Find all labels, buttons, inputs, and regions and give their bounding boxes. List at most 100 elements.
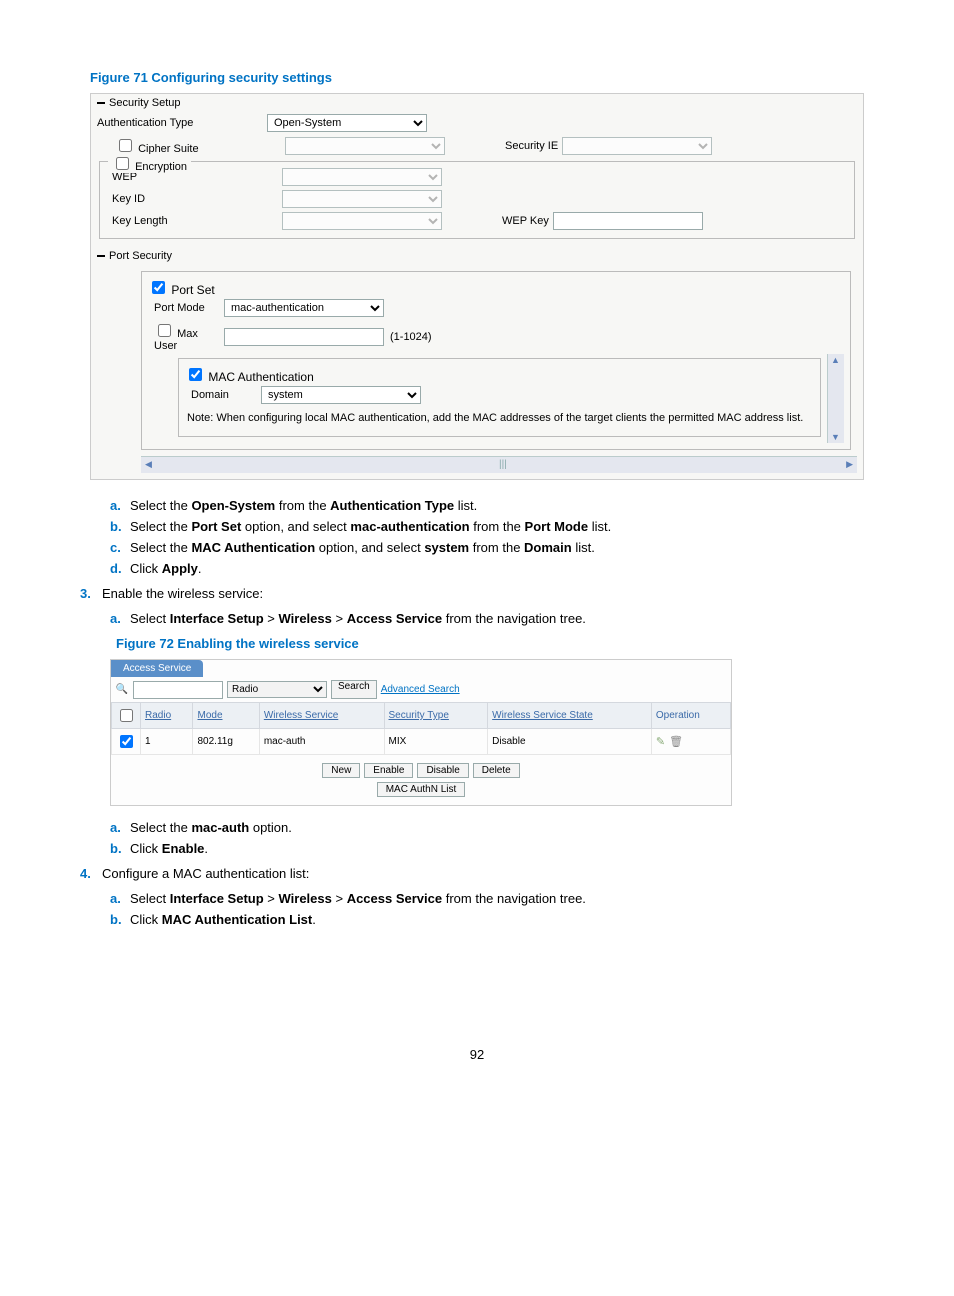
step-bold: Domain	[524, 540, 572, 555]
step-bold: Authentication Type	[330, 498, 454, 513]
step-text: option, and select	[241, 519, 350, 534]
scroll-right-icon[interactable]: ▶	[846, 459, 853, 470]
step-bold: mac-authentication	[350, 519, 469, 534]
col-wireless-service[interactable]: Wireless Service	[259, 703, 384, 729]
max-user-hint: (1-1024)	[390, 331, 432, 343]
button-row: New Enable Disable Delete MAC AuthN List	[111, 755, 731, 805]
step-text: Select the	[130, 498, 191, 513]
step3-sub: a.Select Interface Setup > Wireless > Ac…	[110, 611, 864, 626]
disable-button[interactable]: Disable	[417, 763, 468, 778]
delete-button[interactable]: Delete	[473, 763, 520, 778]
step-bold: Enable	[162, 841, 205, 856]
step-marker: d.	[110, 561, 130, 576]
search-input[interactable]	[133, 681, 223, 699]
step-text: from the	[469, 540, 524, 555]
access-service-panel: Access Service 🔍 Radio Search Advanced S…	[110, 659, 732, 806]
enable-button[interactable]: Enable	[364, 763, 413, 778]
step-text: Click	[130, 561, 162, 576]
col-operation: Operation	[651, 703, 730, 729]
col-wss[interactable]: Wireless Service State	[488, 703, 652, 729]
port-mode-select[interactable]: mac-authentication	[224, 299, 384, 317]
port-mode-label: Port Mode	[154, 302, 224, 314]
encryption-checkbox[interactable]	[116, 157, 129, 170]
port-set-label: Port Set	[171, 283, 214, 297]
scroll-left-icon[interactable]: ◀	[145, 459, 152, 470]
horizontal-scrollbar[interactable]: ◀|||▶	[141, 456, 857, 473]
search-field-select[interactable]: Radio	[227, 681, 327, 698]
select-all-checkbox[interactable]	[120, 709, 133, 722]
step-text: Click	[130, 912, 162, 927]
search-button[interactable]: Search	[331, 680, 377, 699]
step-marker: a.	[110, 498, 130, 513]
step-text: >	[264, 891, 279, 906]
step-marker: c.	[110, 540, 130, 555]
security-panel: Security Setup Authentication Type Open-…	[90, 93, 864, 480]
step-text: .	[198, 561, 202, 576]
edit-icon[interactable]: ✎	[656, 736, 665, 748]
step-marker: a.	[110, 820, 130, 835]
step-text: from the navigation tree.	[442, 611, 586, 626]
step-text: from the	[470, 519, 525, 534]
mac-auth-checkbox[interactable]	[189, 368, 202, 381]
max-user-checkbox[interactable]	[158, 324, 171, 337]
wep-key-input[interactable]	[553, 212, 703, 230]
step-bold: Open-System	[191, 498, 275, 513]
trash-icon[interactable]: 🗑	[669, 736, 683, 748]
encryption-label: Encryption	[135, 161, 187, 173]
scroll-up-icon[interactable]: ▲	[831, 355, 840, 365]
col-radio[interactable]: Radio	[141, 703, 193, 729]
step-marker: a.	[110, 891, 130, 906]
auth-type-label: Authentication Type	[97, 117, 267, 129]
security-ie-label: Security IE	[505, 140, 558, 152]
step-bold: MAC Authentication	[191, 540, 315, 555]
domain-select[interactable]: system	[261, 386, 421, 404]
scroll-down-icon[interactable]: ▼	[831, 432, 840, 442]
mac-auth-note: Note: When configuring local MAC authent…	[187, 412, 812, 424]
col-security-type[interactable]: Security Type	[384, 703, 488, 729]
encryption-fieldset: Encryption WEP Key ID Key Length WEP Key	[99, 161, 855, 239]
step-bold: Interface Setup	[170, 611, 264, 626]
step-marker: b.	[110, 519, 130, 534]
step-text: >	[332, 891, 347, 906]
step-bold: mac-auth	[191, 820, 249, 835]
mac-authn-list-button[interactable]: MAC AuthN List	[377, 782, 466, 797]
service-table: Radio Mode Wireless Service Security Typ…	[111, 702, 731, 755]
cell-mode: 802.11g	[193, 729, 259, 755]
max-user-input[interactable]	[224, 328, 384, 346]
step-text: Select	[130, 891, 170, 906]
step-marker: a.	[110, 611, 130, 626]
step-text: list.	[572, 540, 595, 555]
auth-type-select[interactable]: Open-System	[267, 114, 427, 132]
step-bold: Access Service	[347, 611, 442, 626]
port-set-checkbox[interactable]	[152, 281, 165, 294]
step3-sub2: a.Select the mac-auth option. b.Click En…	[110, 820, 864, 856]
step-text: list.	[454, 498, 477, 513]
row-checkbox[interactable]	[120, 735, 133, 748]
step-text: option, and select	[315, 540, 424, 555]
port-security-header: Port Security	[91, 247, 863, 265]
step-text: .	[204, 841, 208, 856]
step-bold: Access Service	[347, 891, 442, 906]
advanced-search-link[interactable]: Advanced Search	[381, 684, 460, 695]
vertical-scrollbar[interactable]: ▲▼	[827, 354, 844, 443]
figure-72-title: Figure 72 Enabling the wireless service	[116, 636, 864, 651]
col-mode[interactable]: Mode	[193, 703, 259, 729]
collapse-icon[interactable]	[97, 102, 105, 104]
collapse-icon[interactable]	[97, 255, 105, 257]
wep-key-label: WEP Key	[502, 215, 549, 227]
cell-st: MIX	[384, 729, 488, 755]
step-marker: 4.	[80, 866, 102, 881]
cell-radio: 1	[141, 729, 193, 755]
page-number: 92	[90, 1047, 864, 1062]
step-text: from the	[275, 498, 330, 513]
access-service-tab[interactable]: Access Service	[111, 660, 203, 677]
port-set-fieldset: Port Set Port Modemac-authentication Max…	[141, 271, 851, 450]
new-button[interactable]: New	[322, 763, 360, 778]
security-setup-header: Security Setup	[91, 94, 863, 112]
cipher-suite-checkbox[interactable]	[119, 139, 132, 152]
step-bold: Interface Setup	[170, 891, 264, 906]
numbered-steps: 3.Enable the wireless service:	[80, 586, 864, 601]
key-length-label: Key Length	[112, 215, 282, 227]
cipher-suite-select	[285, 137, 445, 155]
table-row: 1 802.11g mac-auth MIX Disable ✎🗑	[112, 729, 731, 755]
